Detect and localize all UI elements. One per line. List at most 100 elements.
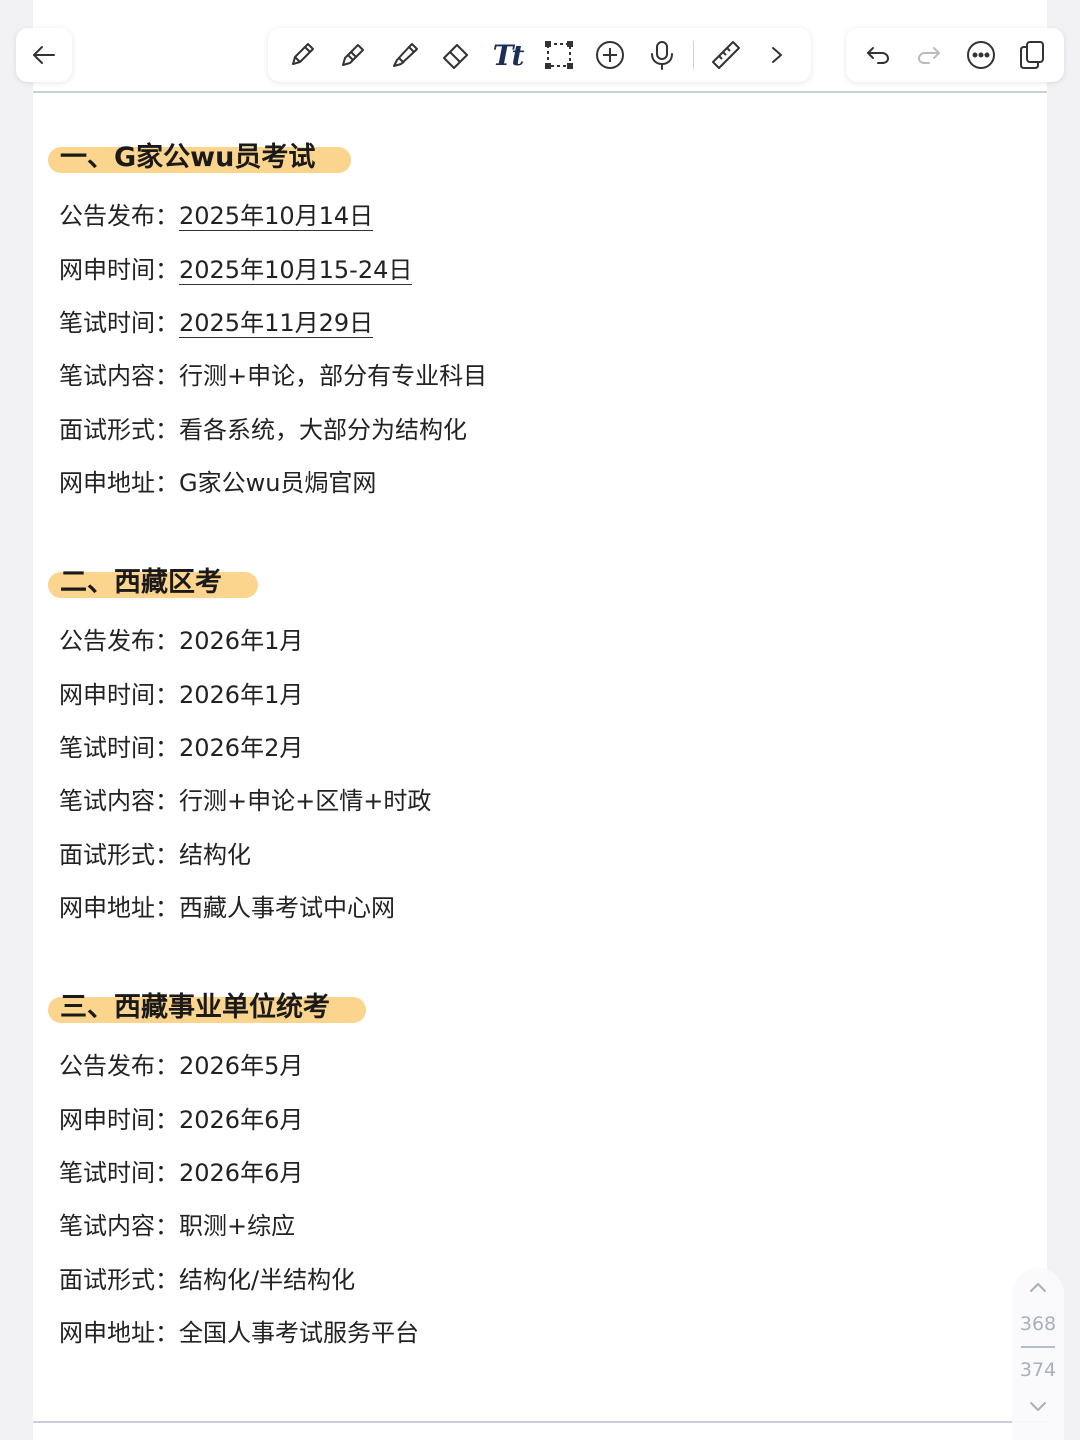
section-title-text: 二、西藏区考 [60,567,222,598]
text-tool-button[interactable]: Tt [488,35,528,75]
pencil-tool-button[interactable] [333,35,373,75]
row-value: 2026年1月 [179,681,304,709]
row-label: 面试形式： [59,1266,179,1294]
row-label: 公告发布： [59,202,179,230]
row-value: 结构化/半结构化 [179,1266,356,1294]
ruler-icon [711,41,740,69]
row-label: 笔试内容： [59,362,179,390]
section-title: 三、西藏事业单位统考 [48,992,366,1023]
redo-icon [918,47,941,64]
list-item: 面试形式：结构化 [59,838,251,872]
chevron-right-icon [772,47,783,63]
highlighter-tool-button[interactable] [385,35,425,75]
row-value: 2026年6月 [179,1159,304,1187]
list-item: 网申时间：2026年6月 [59,1103,303,1137]
text-tool-icon: Tt [492,38,525,72]
add-button[interactable] [590,35,630,75]
row-value[interactable]: 2025年11月29日 [179,309,374,338]
ruler-button[interactable] [706,35,746,75]
row-label: 笔试时间： [59,1159,179,1187]
previous-page-button[interactable] [1027,1268,1049,1308]
redo-button[interactable] [909,35,949,75]
row-label: 笔试内容： [59,787,179,815]
row-value: 职测+综应 [179,1212,296,1240]
row-label: 网申时间： [59,681,179,709]
eraser-tool-button[interactable] [436,35,476,75]
row-value: 西藏人事考试中心网 [179,894,395,922]
row-value: 2026年6月 [179,1106,304,1134]
lasso-select-button[interactable] [539,35,579,75]
toolbar-separator [693,41,695,69]
list-item: 网申时间：2025年10月15-24日 [59,253,413,287]
list-item: 公告发布：2025年10月14日 [59,199,374,233]
page-navigator: 368 374 [1012,1268,1064,1440]
undo-icon [866,47,889,64]
pager-divider [1021,1346,1055,1348]
row-label: 笔试内容： [59,1212,179,1240]
row-value: 2026年2月 [179,734,304,762]
add-icon [596,41,625,69]
eraser-icon [443,44,469,69]
list-item: 笔试内容：行测+申论，部分有专业科目 [59,359,487,393]
microphone-button[interactable] [642,35,682,75]
list-item: 面试形式：结构化/半结构化 [59,1263,355,1297]
current-page-number: 368 [1019,1313,1057,1335]
section-title-text: 三、西藏事业单位统考 [60,992,330,1023]
row-label: 公告发布： [59,627,179,655]
list-item: 网申地址：G家公wu员焗官网 [59,466,376,500]
pages-button[interactable] [1012,35,1052,75]
chevron-up-icon [1030,1283,1046,1292]
row-value: 2026年5月 [179,1052,304,1080]
row-value: 结构化 [179,841,251,869]
lasso-select-icon [544,41,573,69]
row-label: 网申时间： [59,1106,179,1134]
list-item: 公告发布：2026年1月 [59,624,303,658]
list-item: 笔试时间：2026年2月 [59,731,303,765]
highlighter-icon [392,43,418,67]
list-item: 笔试时间：2026年6月 [59,1156,303,1190]
list-item: 网申地址：西藏人事考试中心网 [59,891,395,925]
row-value: 2026年1月 [179,627,304,655]
pencil-icon [342,44,365,66]
list-item: 公告发布：2026年5月 [59,1049,303,1083]
total-page-number: 374 [1019,1358,1057,1381]
page-top-rule [33,91,1047,93]
row-label: 面试形式： [59,416,179,444]
row-label: 笔试时间： [59,734,179,762]
list-item: 网申地址：全国人事考试服务平台 [59,1316,419,1350]
list-item: 面试形式：看各系统，大部分为结构化 [59,413,467,447]
row-label: 网申地址： [59,894,179,922]
more-icon [966,41,995,69]
row-label: 面试形式： [59,841,179,869]
undo-button[interactable] [858,35,898,75]
row-label: 网申地址： [59,1319,179,1347]
section-title: 二、西藏区考 [48,567,258,598]
more-options-button[interactable] [961,35,1001,75]
section-title-text: 一、G家公wu员考试 [60,142,316,173]
arrow-left-icon [33,46,55,64]
row-label: 公告发布： [59,1052,179,1080]
row-value[interactable]: 2025年10月14日 [179,202,374,231]
list-item: 网申时间：2026年1月 [59,678,303,712]
list-item: 笔试内容：职测+综应 [59,1209,295,1243]
row-value[interactable]: 2025年10月15-24日 [179,256,413,285]
actions-toolbar [846,28,1064,82]
section-title: 一、G家公wu员考试 [48,142,352,173]
row-value: 看各系统，大部分为结构化 [179,416,467,444]
row-value: 行测+申论+区情+时政 [179,787,432,815]
pen-tool-button[interactable] [282,35,322,75]
list-item: 笔试时间：2025年11月29日 [59,306,374,340]
back-button[interactable] [16,28,72,82]
microphone-icon [650,41,673,70]
row-label: 笔试时间： [59,309,179,337]
pages-icon [1020,41,1045,69]
list-item: 笔试内容：行测+申论+区情+时政 [59,784,431,818]
row-label: 网申地址： [59,469,179,497]
next-page-button[interactable] [1027,1386,1049,1426]
row-value: G家公wu员焗官网 [179,469,377,497]
row-value: 行测+申论，部分有专业科目 [179,362,488,390]
drawing-toolbar: Tt [268,28,811,82]
chevron-down-icon [1030,1401,1046,1411]
more-tools-button[interactable] [757,35,797,75]
row-value: 全国人事考试服务平台 [179,1319,419,1347]
